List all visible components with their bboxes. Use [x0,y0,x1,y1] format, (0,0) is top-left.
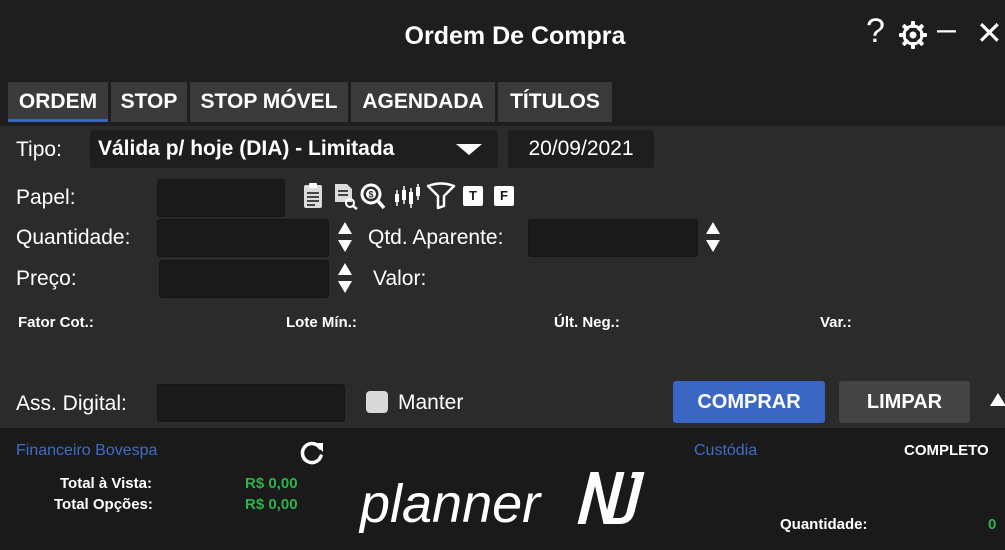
quantidade-input[interactable] [157,219,329,257]
planner-logo: planner [358,472,645,534]
close-icon[interactable]: ✕ [976,14,1003,52]
ult-neg-label: Últ. Neg.: [554,314,620,331]
f-icon[interactable]: F [494,186,514,206]
title-bar: Ordem De Compra ? – ✕ [0,0,1005,78]
custodia-link[interactable]: Custódia [694,442,757,460]
collapse-up-icon[interactable] [990,393,1005,406]
tab-ordem[interactable]: ORDEM [8,82,108,122]
t-icon[interactable]: T [463,186,483,206]
quantidade-summary-value: 0 [988,516,997,533]
comprar-button[interactable]: COMPRAR [673,381,825,423]
tipo-label: Tipo: [16,138,62,161]
gear-icon[interactable] [898,20,928,50]
arrow-down-icon[interactable] [706,240,720,252]
arrow-up-icon[interactable] [338,222,352,234]
qtd-aparente-label: Qtd. Aparente: [368,226,504,249]
clipboard-icon[interactable] [300,182,326,210]
limpar-button[interactable]: LIMPAR [839,381,970,423]
fator-cot-label: Fator Cot.: [18,314,94,331]
qtd-aparente-stepper[interactable] [706,221,720,255]
valor-label: Valor: [373,267,427,290]
document-search-icon[interactable] [332,182,358,210]
date-field[interactable]: 20/09/2021 [508,130,654,168]
candlestick-chart-icon[interactable] [392,182,422,210]
lote-min-label: Lote Mín.: [286,314,357,331]
tab-stop[interactable]: STOP [111,82,187,122]
minimize-icon[interactable]: – [937,10,956,49]
tipo-selected-value: Válida p/ hoje (DIA) - Limitada [98,137,395,160]
total-vista-label: Total à Vista: [60,475,152,492]
arrow-down-icon[interactable] [338,240,352,252]
help-icon[interactable]: ? [866,12,885,51]
refresh-icon[interactable] [299,440,325,466]
var-label: Var.: [820,314,852,331]
total-opcoes-value: R$ 0,00 [245,496,298,513]
quantidade-label: Quantidade: [16,226,131,249]
planner-logo-text: planner [358,474,542,534]
window-title: Ordem De Compra [404,22,626,50]
arrow-up-icon[interactable] [338,263,352,275]
tab-stop-movel[interactable]: STOP MÓVEL [190,82,348,122]
papel-input[interactable] [157,179,285,217]
completo-label[interactable]: COMPLETO [904,442,989,459]
preco-input[interactable] [159,260,329,298]
total-vista-value: R$ 0,00 [245,475,298,492]
total-opcoes-label: Total Opções: [54,496,153,513]
papel-label: Papel: [16,186,76,209]
tab-titulos[interactable]: TÍTULOS [498,82,612,122]
filter-icon[interactable] [426,182,456,210]
tab-agendada[interactable]: AGENDADA [351,82,495,122]
price-search-icon[interactable]: $ [360,182,386,210]
manter-label: Manter [398,391,464,414]
preco-label: Preço: [16,267,77,290]
arrow-up-icon[interactable] [706,222,720,234]
tipo-select[interactable]: Válida p/ hoje (DIA) - Limitada [90,130,498,168]
ass-digital-input[interactable] [157,384,345,422]
quantidade-summary-label: Quantidade: [780,516,868,533]
arrow-down-icon[interactable] [338,281,352,293]
qtd-aparente-input[interactable] [528,219,698,257]
financeiro-bovespa-link[interactable]: Financeiro Bovespa [16,442,157,460]
preco-stepper[interactable] [338,262,352,296]
chevron-down-icon [456,144,482,155]
quantidade-stepper[interactable] [338,221,352,255]
manter-checkbox[interactable] [366,391,388,413]
svg-text:$: $ [368,190,373,200]
ass-digital-label: Ass. Digital: [16,392,127,415]
